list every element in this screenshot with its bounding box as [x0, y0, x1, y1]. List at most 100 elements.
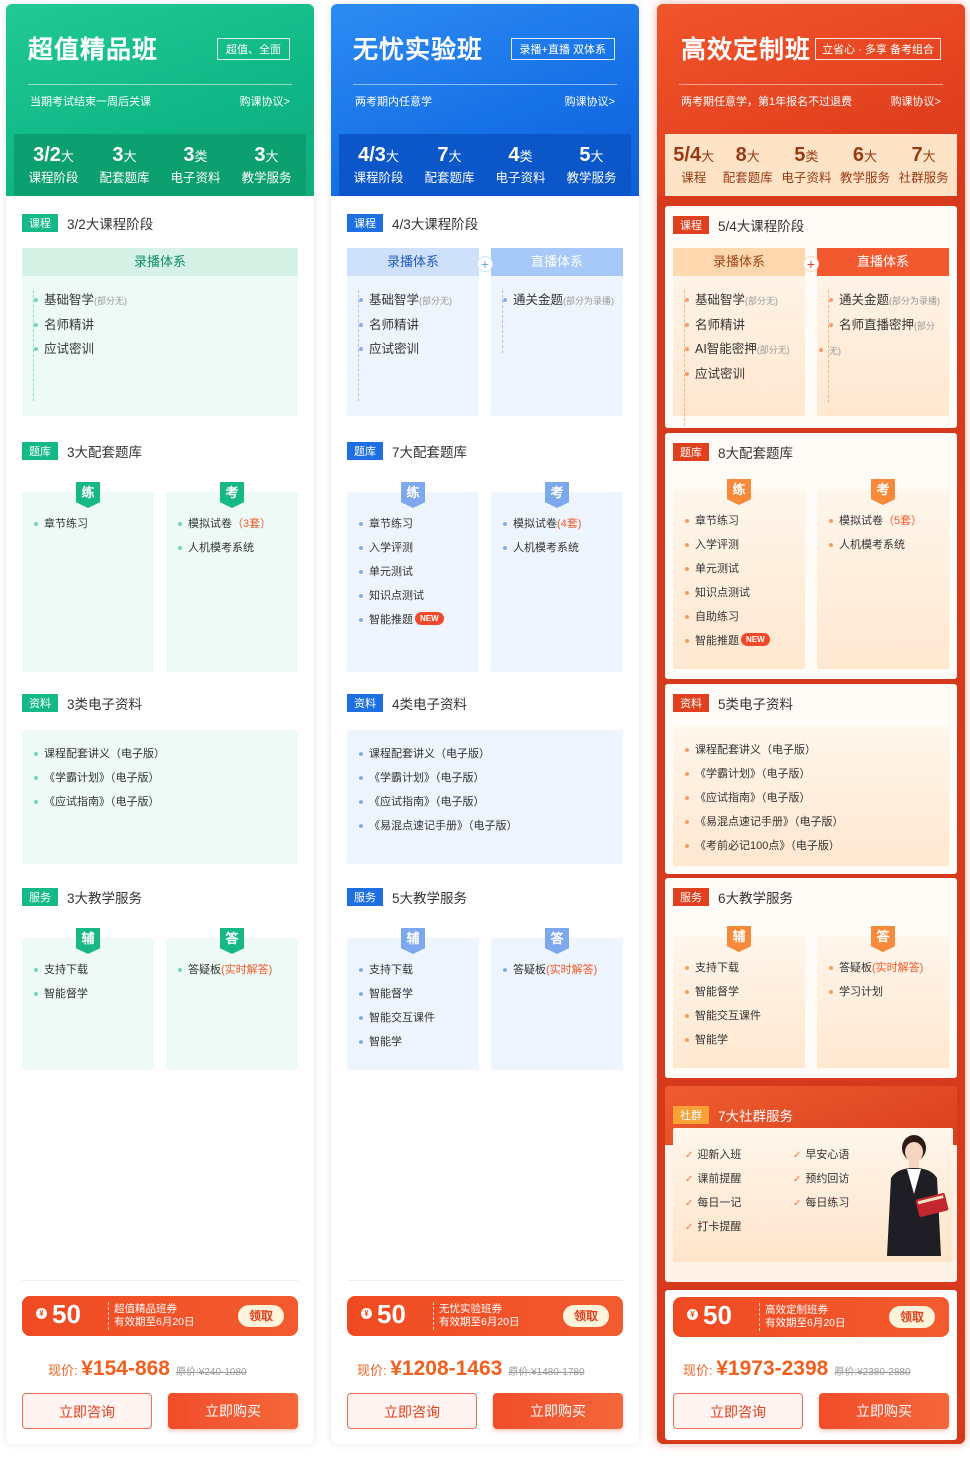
list-item: 每日练习 [793, 1194, 849, 1210]
list-item: 《应试指南》（电子版） [34, 790, 298, 814]
plan-header: 高效定制班 立省心 · 多享 备考组合 两考期任意学，第1年报名不过退费 购课协… [657, 4, 965, 196]
tutoring-box: 辅 支持下载 智能督学 智能交互课件 智能学 [347, 928, 479, 1070]
list-item: 人机模考系统 [503, 536, 623, 560]
list-item: 章节练习 [34, 512, 154, 536]
recorded-system-box: 录播体系 基础智学(部分无) 名师精讲 应试密训 [347, 248, 479, 416]
current-price: ¥154-868 [81, 1357, 170, 1380]
claim-coupon-button[interactable]: 领取 [889, 1306, 935, 1328]
buy-button[interactable]: 立即购买 [819, 1393, 949, 1429]
list-item: 智能交互课件 [685, 1004, 805, 1028]
section-badge: 资料 [22, 694, 58, 712]
stat-item: 3/2大 课程阶段 [28, 144, 79, 185]
stat-item: 4类 电子资料 [495, 144, 546, 185]
plan-header: 无忧实验班 录播+直播 双体系 两考期内任意学 购课协议> 4/3大 课程阶段 7… [331, 4, 639, 196]
buy-button[interactable]: 立即购买 [168, 1393, 298, 1429]
stat-item: 7大 配套题库 [424, 144, 475, 185]
list-item: 基础智学(部分无) [685, 288, 805, 313]
list-item: 每日一记 [685, 1194, 741, 1210]
consult-button[interactable]: 立即咨询 [22, 1393, 152, 1429]
exam-box: 考 模拟试卷（5套） 人机模考系统 [817, 479, 949, 669]
recorded-system-head: 录播体系 [347, 248, 479, 276]
list-item: 应试密训 [34, 337, 298, 361]
list-item: 人机模考系统 [178, 536, 298, 560]
section-badge: 课程 [673, 216, 709, 234]
stat-item: 7大 社群服务 [898, 144, 949, 185]
section-badge: 题库 [22, 442, 58, 460]
yen-icon: ¥ [687, 1309, 698, 1320]
question-bank-section: 题库 3大配套题库 练 章节练习 考 模拟试卷（3套） 人机模考系统 [6, 432, 314, 682]
claim-coupon-button[interactable]: 领取 [238, 1305, 284, 1327]
recorded-system-head: 录播体系 [673, 248, 805, 276]
protocol-link[interactable]: 购课协议> [891, 93, 941, 109]
section-title: 7大社群服务 [718, 1109, 794, 1124]
list-item: 智能交互课件 [359, 1006, 479, 1030]
section-title: 5/4大课程阶段 [718, 219, 805, 234]
stat-item: 5大 教学服务 [566, 144, 617, 185]
list-item: 预约回访 [793, 1170, 849, 1186]
list-item: 《易混点速记手册》（电子版） [685, 810, 949, 834]
list-item: 章节练习 [359, 512, 479, 536]
live-system-head: 直播体系 [491, 248, 623, 276]
plan-note: 当期考试结束一周后关课 [30, 96, 151, 108]
section-badge: 服务 [347, 888, 383, 906]
current-price: ¥1973-2398 [716, 1357, 829, 1380]
list-item: 智能推题 NEW [359, 608, 479, 632]
community-section: 社群 7大社群服务 迎新入班 早安心语 课前提醒 预约回访 每日一记 每日练习 打… [665, 1086, 957, 1282]
section-badge: 服务 [22, 888, 58, 906]
course-section: 课程 4/3大课程阶段 录播体系 基础智学(部分无) 名师精讲 应试密训 + 直播… [331, 204, 639, 426]
coupon[interactable]: ¥ 50 超值精品班券 有效期至6月20日 领取 [22, 1296, 298, 1336]
material-box: 课程配套讲义（电子版） 《学霸计划》（电子版） 《应试指南》（电子版） 《易混点… [347, 730, 623, 864]
question-bank-section: 题库 7大配套题库 练 章节练习 入学评测 单元测试 知识点测试 智能推题 NEW … [331, 432, 639, 682]
material-box: 课程配套讲义（电子版） 《学霸计划》（电子版） 《应试指南》（电子版） 《易混点… [673, 726, 949, 866]
section-badge: 资料 [673, 694, 709, 712]
list-item: 答疑板(实时解答) [503, 958, 623, 982]
section-title: 8大配套题库 [718, 446, 794, 461]
list-item: 知识点测试 [685, 581, 805, 605]
coupon[interactable]: ¥ 50 无忧实验班券 有效期至6月20日 领取 [347, 1296, 623, 1336]
section-title: 3大教学服务 [67, 891, 143, 906]
coupon-date: 有效期至6月20日 [765, 1317, 846, 1329]
coupon-name: 无忧实验班券 [439, 1303, 502, 1315]
plus-icon: + [803, 256, 819, 272]
section-badge: 服务 [673, 888, 709, 906]
coupon-name: 超值精品班券 [114, 1303, 177, 1315]
coupon[interactable]: ¥ 50 高效定制班券 有效期至6月20日 领取 [673, 1297, 949, 1337]
section-title: 4类电子资料 [392, 697, 468, 712]
section-badge: 课程 [22, 214, 58, 232]
plan-stats: 3/2大 课程阶段 3大 配套题库 3类 电子资料 3大 教学服务 [14, 134, 306, 196]
practice-box: 练 章节练习 入学评测 单元测试 知识点测试 智能推题 NEW [347, 482, 479, 672]
answer-box: 答 答疑板(实时解答) [491, 928, 623, 1070]
list-item: 名师精讲 [34, 313, 298, 337]
material-section: 资料 3类电子资料 课程配套讲义（电子版） 《学霸计划》（电子版） 《应试指南》（… [6, 684, 314, 874]
list-item: 基础智学(部分无) [34, 288, 298, 313]
buy-button[interactable]: 立即购买 [493, 1393, 623, 1429]
plan-card-worry-free-class: 无忧实验班 录播+直播 双体系 两考期内任意学 购课协议> 4/3大 课程阶段 7… [331, 4, 639, 1444]
original-price: 原价:¥1480-1780 [508, 1367, 585, 1378]
list-item: 课前提醒 [685, 1170, 741, 1186]
list-item: 迎新入班 [685, 1146, 741, 1162]
new-badge: NEW [415, 612, 444, 625]
tutoring-box: 辅 支持下载 智能督学 智能交互课件 智能学 [673, 926, 805, 1068]
list-item: 单元测试 [685, 557, 805, 581]
section-title: 5大教学服务 [392, 891, 468, 906]
material-box: 课程配套讲义（电子版） 《学霸计划》（电子版） 《应试指南》（电子版） [22, 730, 298, 864]
price-line: 现价: ¥1208-1463 原价:¥1480-1780 [357, 1357, 585, 1380]
coupon-date: 有效期至6月20日 [439, 1316, 520, 1328]
header-divider [679, 84, 943, 85]
list-item: 模拟试卷(4套) [503, 512, 623, 536]
answer-box: 答 答疑板(实时解答) [166, 928, 298, 1070]
list-item: 《应试指南》（电子版） [685, 786, 949, 810]
section-badge: 资料 [347, 694, 383, 712]
list-item: 打卡提醒 [685, 1218, 741, 1234]
header-divider [28, 84, 292, 85]
list-item: 智能督学 [685, 980, 805, 1004]
coupon-name: 高效定制班券 [765, 1304, 828, 1316]
stat-item: 4/3大 课程阶段 [353, 144, 404, 185]
new-badge: NEW [741, 633, 770, 646]
claim-coupon-button[interactable]: 领取 [563, 1305, 609, 1327]
protocol-link[interactable]: 购课协议> [240, 93, 290, 109]
consult-button[interactable]: 立即咨询 [673, 1393, 803, 1429]
protocol-link[interactable]: 购课协议> [565, 93, 615, 109]
stat-item: 3类 电子资料 [170, 144, 221, 185]
consult-button[interactable]: 立即咨询 [347, 1393, 477, 1429]
